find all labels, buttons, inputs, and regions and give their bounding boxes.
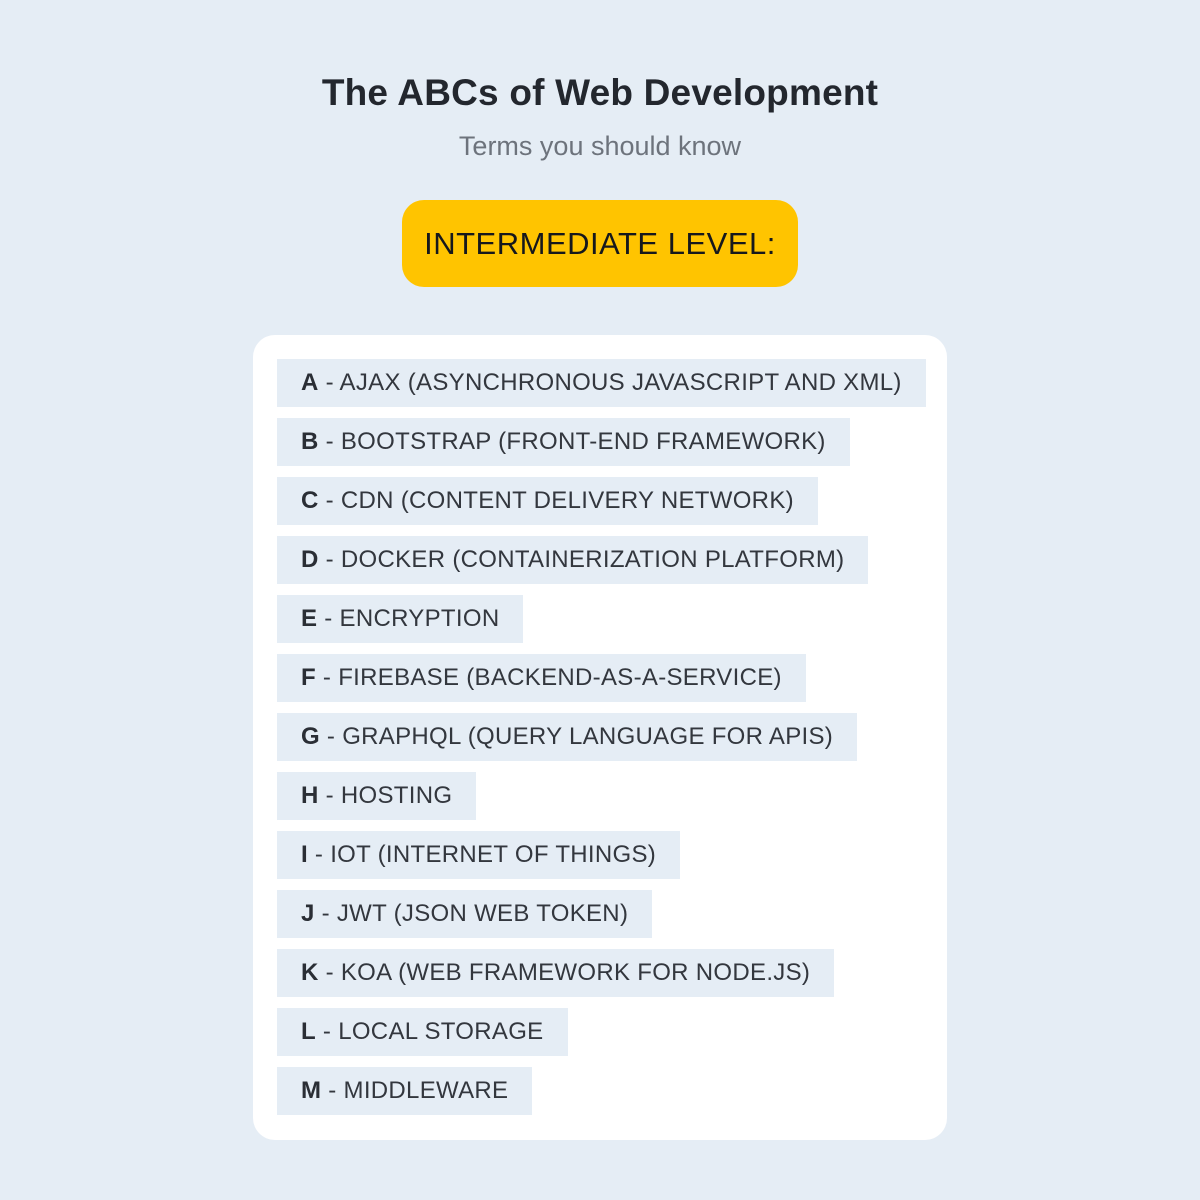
term-text: - HOSTING — [318, 782, 453, 809]
term-list: A - AJAX (ASYNCHRONOUS JAVASCRIPT AND XM… — [277, 359, 926, 1126]
term-text: - KOA (WEB FRAMEWORK FOR NODE.JS) — [318, 959, 811, 986]
list-item: J - JWT (JSON WEB TOKEN) — [277, 890, 653, 938]
terms-card: A - AJAX (ASYNCHRONOUS JAVASCRIPT AND XM… — [253, 335, 947, 1140]
term-letter: E — [301, 605, 318, 632]
term-letter: D — [301, 546, 319, 573]
term-letter: M — [301, 1077, 322, 1104]
list-item: F - FIREBASE (BACKEND-AS-A-SERVICE) — [277, 654, 806, 702]
term-letter: K — [301, 959, 319, 986]
list-item: B - BOOTSTRAP (FRONT-END FRAMEWORK) — [277, 418, 850, 466]
term-letter: J — [301, 900, 315, 927]
list-item: A - AJAX (ASYNCHRONOUS JAVASCRIPT AND XM… — [277, 359, 926, 407]
term-letter: B — [301, 428, 319, 455]
list-item: H - HOSTING — [277, 772, 477, 820]
list-item: D - DOCKER (CONTAINERIZATION PLATFORM) — [277, 536, 869, 584]
term-letter: F — [301, 664, 316, 691]
term-text: - MIDDLEWARE — [321, 1077, 509, 1104]
term-letter: L — [301, 1018, 316, 1045]
list-item: L - LOCAL STORAGE — [277, 1008, 568, 1056]
term-text: - FIREBASE (BACKEND-AS-A-SERVICE) — [315, 664, 782, 691]
list-item: K - KOA (WEB FRAMEWORK FOR NODE.JS) — [277, 949, 835, 997]
list-item: M - MIDDLEWARE — [277, 1067, 533, 1115]
page-title: The ABCs of Web Development — [321, 72, 879, 113]
term-text: - LOCAL STORAGE — [315, 1018, 544, 1045]
list-item: G - GRAPHQL (QUERY LANGUAGE FOR APIS) — [277, 713, 858, 761]
term-text: - ENCRYPTION — [317, 605, 500, 632]
term-letter: I — [301, 841, 308, 868]
term-letter: A — [301, 369, 319, 396]
term-text: - BOOTSTRAP (FRONT-END FRAMEWORK) — [318, 428, 826, 455]
level-badge: INTERMEDIATE LEVEL: — [402, 200, 798, 287]
term-text: - GRAPHQL (QUERY LANGUAGE FOR APIS) — [319, 723, 834, 750]
term-text: - DOCKER (CONTAINERIZATION PLATFORM) — [318, 546, 845, 573]
list-item: E - ENCRYPTION — [277, 595, 524, 643]
term-text: - IOT (INTERNET OF THINGS) — [307, 841, 657, 868]
term-text: - JWT (JSON WEB TOKEN) — [314, 900, 629, 927]
term-text: - CDN (CONTENT DELIVERY NETWORK) — [318, 487, 794, 514]
page-subtitle: Terms you should know — [458, 131, 742, 161]
term-letter: C — [301, 487, 319, 514]
list-item: C - CDN (CONTENT DELIVERY NETWORK) — [277, 477, 818, 525]
term-text: - AJAX (ASYNCHRONOUS JAVASCRIPT AND XML) — [318, 369, 902, 396]
level-badge-label: INTERMEDIATE LEVEL: — [424, 225, 776, 261]
term-letter: G — [301, 723, 320, 750]
term-letter: H — [301, 782, 319, 809]
list-item: I - IOT (INTERNET OF THINGS) — [277, 831, 681, 879]
